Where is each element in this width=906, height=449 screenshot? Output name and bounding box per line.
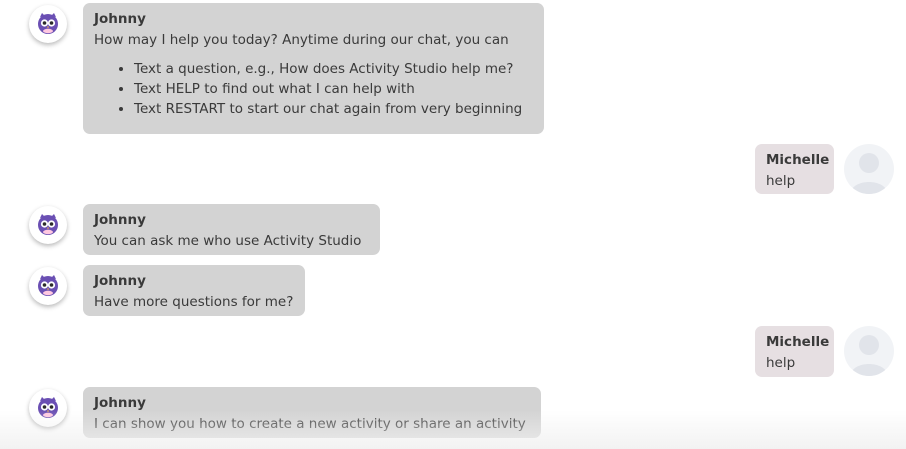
sender-name: Johnny bbox=[94, 395, 146, 411]
bot-avatar bbox=[29, 267, 67, 305]
message-bubble: Johnny I can show you how to create a ne… bbox=[83, 387, 541, 438]
message-text: I can show you how to create a new activ… bbox=[94, 416, 526, 432]
sender-name: Michelle bbox=[766, 152, 830, 168]
message-text: help bbox=[766, 173, 796, 189]
user-placeholder-icon bbox=[850, 153, 888, 194]
user-avatar bbox=[844, 326, 894, 376]
list-item: Text HELP to find out what I can help wi… bbox=[134, 79, 534, 99]
sender-name: Johnny bbox=[94, 11, 146, 27]
bot-avatar bbox=[29, 389, 67, 427]
user-placeholder-icon bbox=[850, 335, 888, 376]
sender-name: Michelle bbox=[766, 334, 830, 350]
sender-name: Johnny bbox=[94, 212, 146, 228]
user-avatar bbox=[844, 144, 894, 194]
chat-transcript: Johnny How may I help you today? Anytime… bbox=[0, 0, 906, 449]
bot-owl-icon bbox=[38, 275, 58, 296]
list-item: Text a question, e.g., How does Activity… bbox=[134, 59, 534, 79]
message-bubble: Michelle help bbox=[755, 326, 834, 377]
list-item: Text RESTART to start our chat again fro… bbox=[134, 99, 534, 119]
message-bubble: Johnny Have more questions for me? bbox=[83, 265, 305, 316]
bot-owl-icon bbox=[38, 13, 58, 34]
bot-avatar bbox=[29, 5, 67, 43]
message-text: help bbox=[766, 355, 796, 371]
sender-name: Johnny bbox=[94, 273, 146, 289]
bot-avatar bbox=[29, 206, 67, 244]
message-bubble: Johnny How may I help you today? Anytime… bbox=[83, 3, 544, 134]
message-bubble: Michelle help bbox=[755, 144, 834, 194]
bot-owl-icon bbox=[38, 214, 58, 235]
message-text: Have more questions for me? bbox=[94, 294, 294, 310]
bot-owl-icon bbox=[38, 397, 58, 418]
message-text: How may I help you today? Anytime during… bbox=[94, 32, 509, 48]
help-options-list: Text a question, e.g., How does Activity… bbox=[94, 59, 534, 119]
message-bubble: Johnny You can ask me who use Activity S… bbox=[83, 204, 380, 255]
message-text: You can ask me who use Activity Studio bbox=[94, 233, 362, 249]
